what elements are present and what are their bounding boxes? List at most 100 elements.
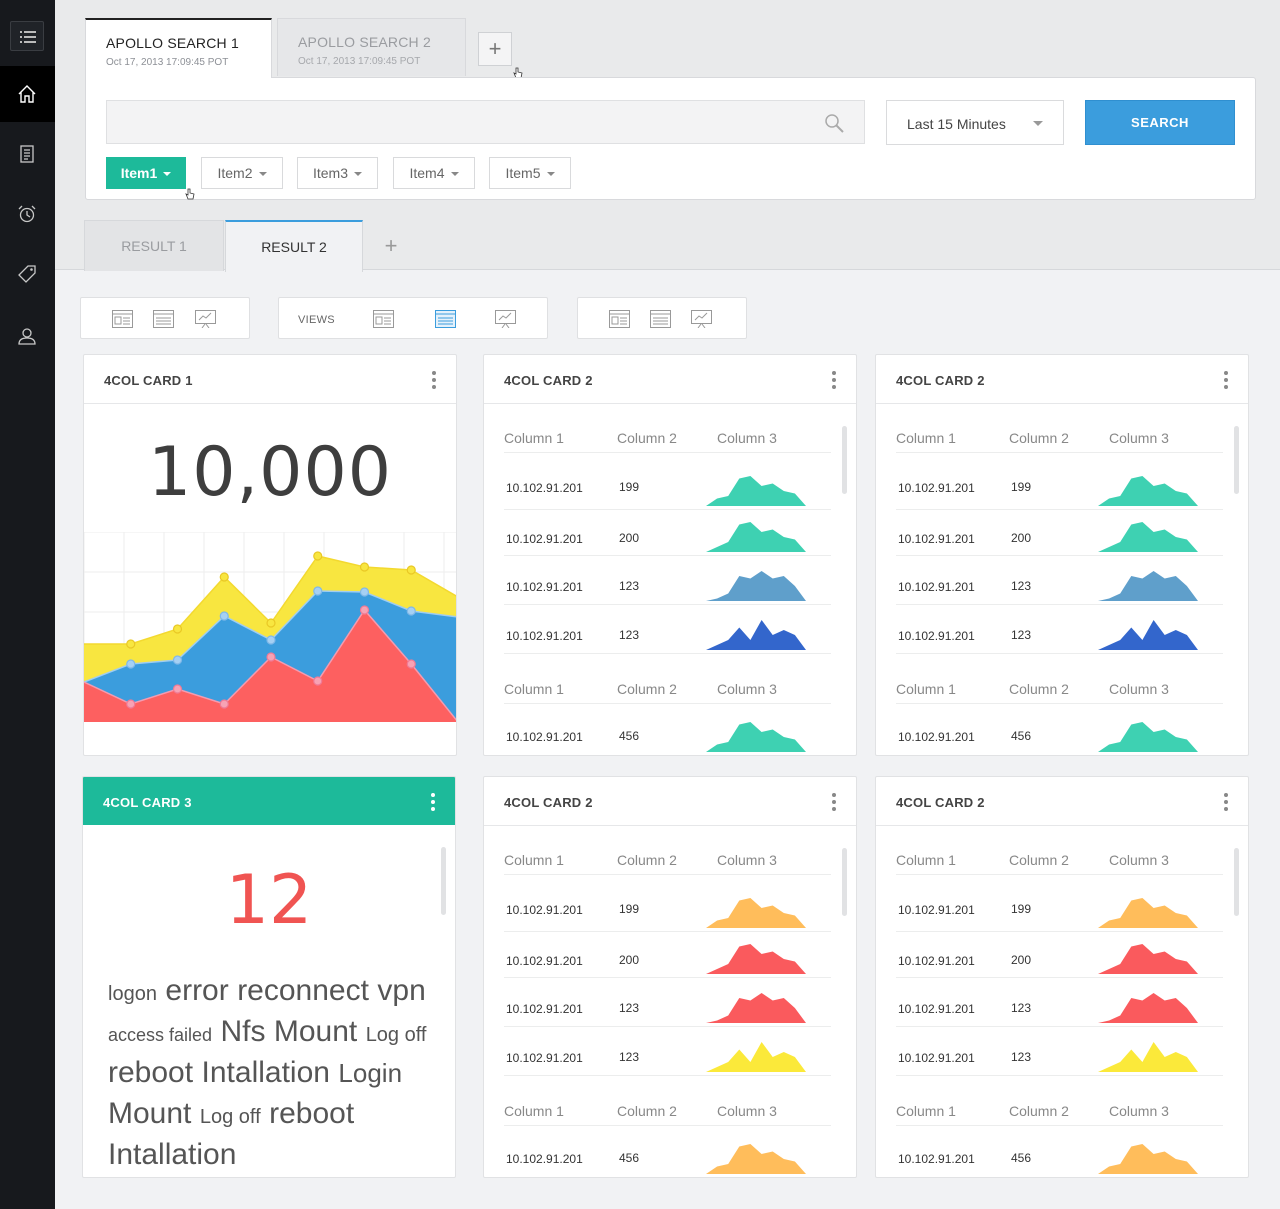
column-header[interactable]: Column 1 — [896, 1103, 956, 1119]
nav-home[interactable] — [0, 66, 55, 122]
column-header[interactable]: Column 2 — [617, 852, 677, 868]
column-header[interactable]: Column 1 — [504, 852, 564, 868]
table-row[interactable]: 10.102.91.201 123 — [896, 605, 1223, 654]
more-options-icon[interactable] — [1224, 793, 1228, 811]
column-header[interactable]: Column 1 — [504, 1103, 564, 1119]
table-row[interactable]: 10.102.91.201 199 — [504, 875, 831, 932]
nav-documents[interactable] — [0, 126, 55, 182]
table-row[interactable]: 10.102.91.201 199 — [504, 453, 831, 510]
scrollbar[interactable] — [842, 426, 847, 494]
table-row[interactable]: 10.102.91.201 200 — [896, 932, 1223, 978]
sparkline — [1098, 1144, 1198, 1174]
filter-item-1[interactable]: Item1 — [106, 157, 186, 189]
table-row[interactable]: 10.102.91.201 123 — [896, 978, 1223, 1027]
scrollbar[interactable] — [1234, 426, 1239, 494]
word-cloud-term[interactable]: reboot — [108, 1056, 193, 1089]
scrollbar[interactable] — [1234, 848, 1239, 916]
filter-item-3[interactable]: Item3 — [297, 157, 378, 189]
add-query-tab-button[interactable]: + — [478, 32, 512, 66]
column-header[interactable]: Column 3 — [1109, 681, 1169, 697]
query-tab-1[interactable]: APOLLO SEARCH 1 Oct 17, 2013 17:09:45 PO… — [85, 18, 272, 78]
table-row[interactable]: 10.102.91.201 123 — [896, 556, 1223, 605]
column-header[interactable]: Column 3 — [1109, 1103, 1169, 1119]
table-row[interactable]: 10.102.91.201 199 — [896, 453, 1223, 510]
column-header[interactable]: Column 3 — [717, 681, 777, 697]
word-cloud-term[interactable]: Log off — [366, 1024, 427, 1046]
card-view-icon[interactable] — [112, 310, 133, 328]
word-cloud-term[interactable]: Mount — [108, 1097, 191, 1130]
table-row[interactable]: 10.102.91.201 456 — [504, 706, 831, 755]
word-cloud-term[interactable]: Nfs Mount — [221, 1015, 358, 1048]
add-result-tab-button[interactable]: + — [375, 234, 407, 258]
table-row[interactable]: 10.102.91.201 123 — [504, 978, 831, 1027]
column-header[interactable]: Column 1 — [896, 852, 956, 868]
column-header[interactable]: Column 3 — [1109, 430, 1169, 446]
more-options-icon[interactable] — [832, 371, 836, 389]
filter-item-5[interactable]: Item5 — [489, 157, 571, 189]
word-cloud-term[interactable]: reconnect — [237, 974, 369, 1007]
column-header[interactable]: Column 3 — [717, 852, 777, 868]
table-row[interactable]: 10.102.91.201 456 — [896, 706, 1223, 755]
table-row[interactable]: 10.102.91.201 200 — [896, 510, 1223, 556]
column-header[interactable]: Column 2 — [617, 430, 677, 446]
list-view-icon[interactable] — [650, 310, 671, 328]
word-cloud-term[interactable]: logon — [108, 983, 157, 1005]
nav-alarms[interactable] — [0, 186, 55, 242]
query-tab-title: APOLLO SEARCH 2 — [298, 34, 431, 50]
card-view-icon[interactable] — [373, 310, 394, 328]
more-options-icon[interactable] — [1224, 371, 1228, 389]
list-view-icon[interactable] — [153, 310, 174, 328]
word-cloud-term[interactable]: reboot — [269, 1097, 354, 1130]
menu-toggle-button[interactable] — [10, 21, 44, 51]
list-view-icon[interactable] — [435, 310, 456, 328]
chart-view-icon[interactable] — [195, 310, 216, 328]
word-cloud-term[interactable]: vpn — [377, 974, 425, 1007]
table-row[interactable]: 10.102.91.201 123 — [896, 1027, 1223, 1076]
word-cloud-term[interactable]: Log off — [200, 1106, 261, 1128]
column-header[interactable]: Column 3 — [717, 430, 777, 446]
table-row[interactable]: 10.102.91.201 199 — [896, 875, 1223, 932]
column-header[interactable]: Column 1 — [896, 681, 956, 697]
table-row[interactable]: 10.102.91.201 200 — [504, 510, 831, 556]
more-options-icon[interactable] — [432, 371, 436, 389]
word-cloud-term[interactable]: Intallation — [108, 1138, 236, 1171]
table-row[interactable]: 10.102.91.201 123 — [504, 605, 831, 654]
column-header[interactable]: Column 1 — [504, 681, 564, 697]
chart-view-icon[interactable] — [691, 310, 712, 328]
table-row[interactable]: 10.102.91.201 123 — [504, 1027, 831, 1076]
query-tab-2[interactable]: APOLLO SEARCH 2 Oct 17, 2013 17:09:45 PO… — [277, 18, 466, 76]
nav-tags[interactable] — [0, 246, 55, 302]
more-options-icon[interactable] — [431, 793, 435, 811]
table-row[interactable]: 10.102.91.201 456 — [896, 1128, 1223, 1177]
filter-item-2[interactable]: Item2 — [201, 157, 283, 189]
result-tab-1[interactable]: RESULT 1 — [84, 220, 224, 271]
result-tab-2[interactable]: RESULT 2 — [225, 220, 363, 272]
word-cloud-term[interactable]: access failed — [108, 1025, 212, 1045]
column-header[interactable]: Column 1 — [896, 430, 956, 446]
column-header[interactable]: Column 2 — [1009, 1103, 1069, 1119]
chart-view-icon[interactable] — [495, 310, 516, 328]
table-row[interactable]: 10.102.91.201 456 — [504, 1128, 831, 1177]
column-header[interactable]: Column 2 — [1009, 681, 1069, 697]
time-range-select[interactable]: Last 15 Minutes — [886, 100, 1064, 145]
search-icon[interactable] — [824, 113, 844, 133]
scrollbar[interactable] — [842, 848, 847, 916]
word-cloud-term[interactable]: Login — [338, 1058, 402, 1088]
table-row[interactable]: 10.102.91.201 200 — [504, 932, 831, 978]
search-button[interactable]: SEARCH — [1085, 100, 1235, 145]
word-cloud-term[interactable]: Intallation — [202, 1056, 330, 1089]
table-row[interactable]: 10.102.91.201 123 — [504, 556, 831, 605]
column-header[interactable]: Column 2 — [1009, 852, 1069, 868]
more-options-icon[interactable] — [832, 793, 836, 811]
word-cloud-term[interactable]: error — [165, 974, 228, 1007]
column-header[interactable]: Column 3 — [1109, 852, 1169, 868]
filter-item-4[interactable]: Item4 — [393, 157, 475, 189]
nav-user[interactable] — [0, 308, 55, 364]
column-header[interactable]: Column 1 — [504, 430, 564, 446]
column-header[interactable]: Column 3 — [717, 1103, 777, 1119]
column-header[interactable]: Column 2 — [1009, 430, 1069, 446]
column-header[interactable]: Column 2 — [617, 1103, 677, 1119]
card-view-icon[interactable] — [609, 310, 630, 328]
search-input[interactable] — [106, 100, 865, 144]
column-header[interactable]: Column 2 — [617, 681, 677, 697]
